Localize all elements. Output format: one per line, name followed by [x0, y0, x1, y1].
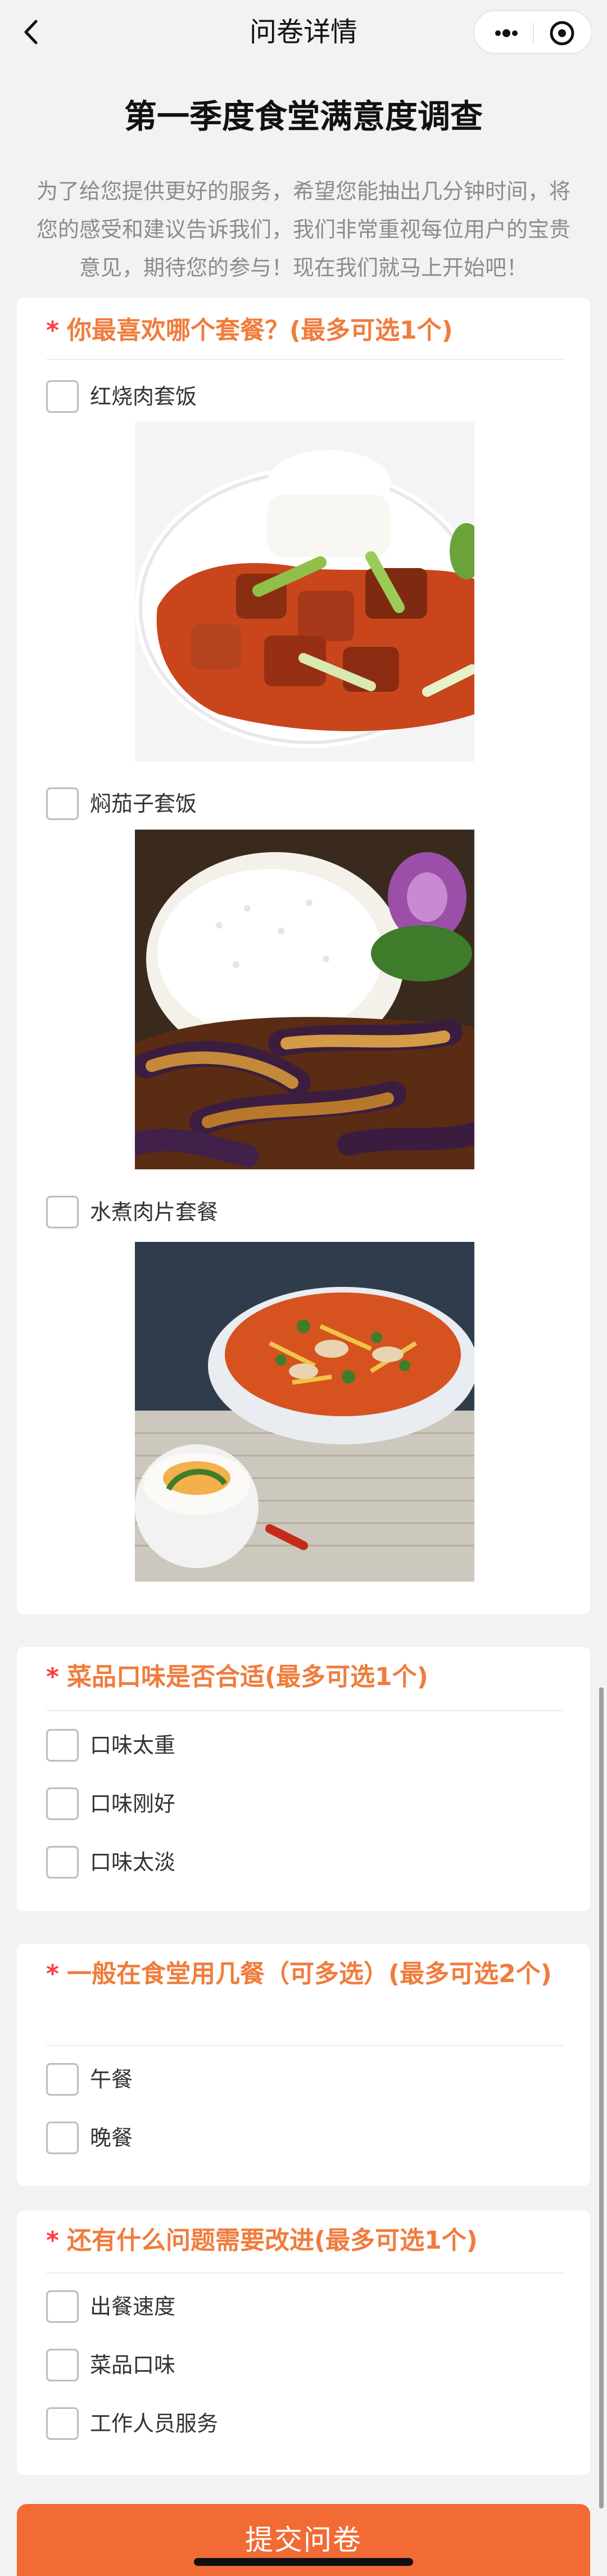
option-label: 焖茄子套饭 [90, 791, 197, 816]
option-label: 工作人员服务 [90, 2411, 219, 2436]
question-card-1: * 你最喜欢哪个套餐？(最多可选1个) 红烧肉套饭 焖茄子套饭 水煮肉片套餐 [17, 298, 590, 1614]
question-card-3: * 一般在食堂用几餐（可多选）(最多可选2个) 午餐 晚餐 [17, 1944, 590, 2186]
option-label: 午餐 [90, 2067, 133, 2092]
question-divider [46, 359, 564, 360]
required-mark: * [46, 1960, 60, 1988]
survey-description: 为了给您提供更好的服务，希望您能抽出几分钟时间，将您的感受和建议告诉我们，我们非… [36, 179, 570, 280]
more-dots-icon[interactable] [487, 18, 526, 48]
question-title: * 你最喜欢哪个套餐？(最多可选1个) [46, 312, 563, 350]
required-mark: * [46, 1663, 60, 1691]
question-card-4: * 还有什么问题需要改进(最多可选1个) 出餐速度 菜品口味 工作人员服务 [17, 2210, 590, 2475]
option-checkbox[interactable] [46, 380, 79, 413]
option-label: 晚餐 [90, 2125, 133, 2150]
question-card-2: * 菜品口味是否合适(最多可选1个) 口味太重 口味刚好 口味太淡 [17, 1647, 590, 1911]
option-label: 口味太淡 [90, 1850, 176, 1875]
survey-title: 第一季度食堂满意度调查 [124, 97, 483, 136]
required-mark: * [46, 316, 60, 345]
home-indicator [194, 2558, 413, 2566]
scrollbar[interactable] [599, 1687, 604, 2509]
question-divider [46, 1710, 564, 1711]
option-checkbox[interactable] [46, 1846, 79, 1879]
option-label: 红烧肉套饭 [90, 384, 197, 409]
option-checkbox[interactable] [46, 2349, 79, 2381]
braised-pork-rice-image [135, 422, 474, 762]
option-label: 口味刚好 [90, 1791, 176, 1816]
option-label: 水煮肉片套餐 [90, 1200, 219, 1224]
navigation-bar: 问卷详情 [0, 0, 607, 64]
question-divider [46, 2045, 564, 2046]
option-label: 出餐速度 [90, 2294, 176, 2319]
question-title: * 还有什么问题需要改进(最多可选1个) [46, 2222, 563, 2260]
question-title: * 一般在食堂用几餐（可多选）(最多可选2个) [46, 1955, 563, 1993]
question-divider [46, 2272, 564, 2273]
braised-eggplant-rice-image [135, 830, 474, 1169]
option-checkbox[interactable] [46, 2290, 79, 2323]
option-checkbox[interactable] [46, 2407, 79, 2440]
option-checkbox[interactable] [46, 1729, 79, 1762]
option-checkbox[interactable] [46, 1787, 79, 1820]
option-checkbox[interactable] [46, 2063, 79, 2096]
question-text: 还有什么问题需要改进(最多可选1个) [67, 2226, 478, 2255]
option-checkbox[interactable] [46, 787, 79, 820]
question-text: 菜品口味是否合适(最多可选1个) [67, 1663, 428, 1691]
question-title: * 菜品口味是否合适(最多可选1个) [46, 1658, 563, 1696]
question-text: 你最喜欢哪个套餐？(最多可选1个) [67, 316, 453, 345]
option-label: 口味太重 [90, 1733, 176, 1758]
close-target-icon[interactable] [541, 18, 583, 48]
option-checkbox[interactable] [46, 1196, 79, 1228]
boiled-pork-slices-image [135, 1242, 474, 1582]
required-mark: * [46, 2226, 60, 2255]
capsule-divider [533, 22, 534, 44]
option-checkbox[interactable] [46, 2122, 79, 2154]
mini-program-capsule [473, 10, 592, 54]
question-text: 一般在食堂用几餐（可多选）(最多可选2个) [67, 1960, 552, 1988]
option-label: 菜品口味 [90, 2353, 176, 2377]
